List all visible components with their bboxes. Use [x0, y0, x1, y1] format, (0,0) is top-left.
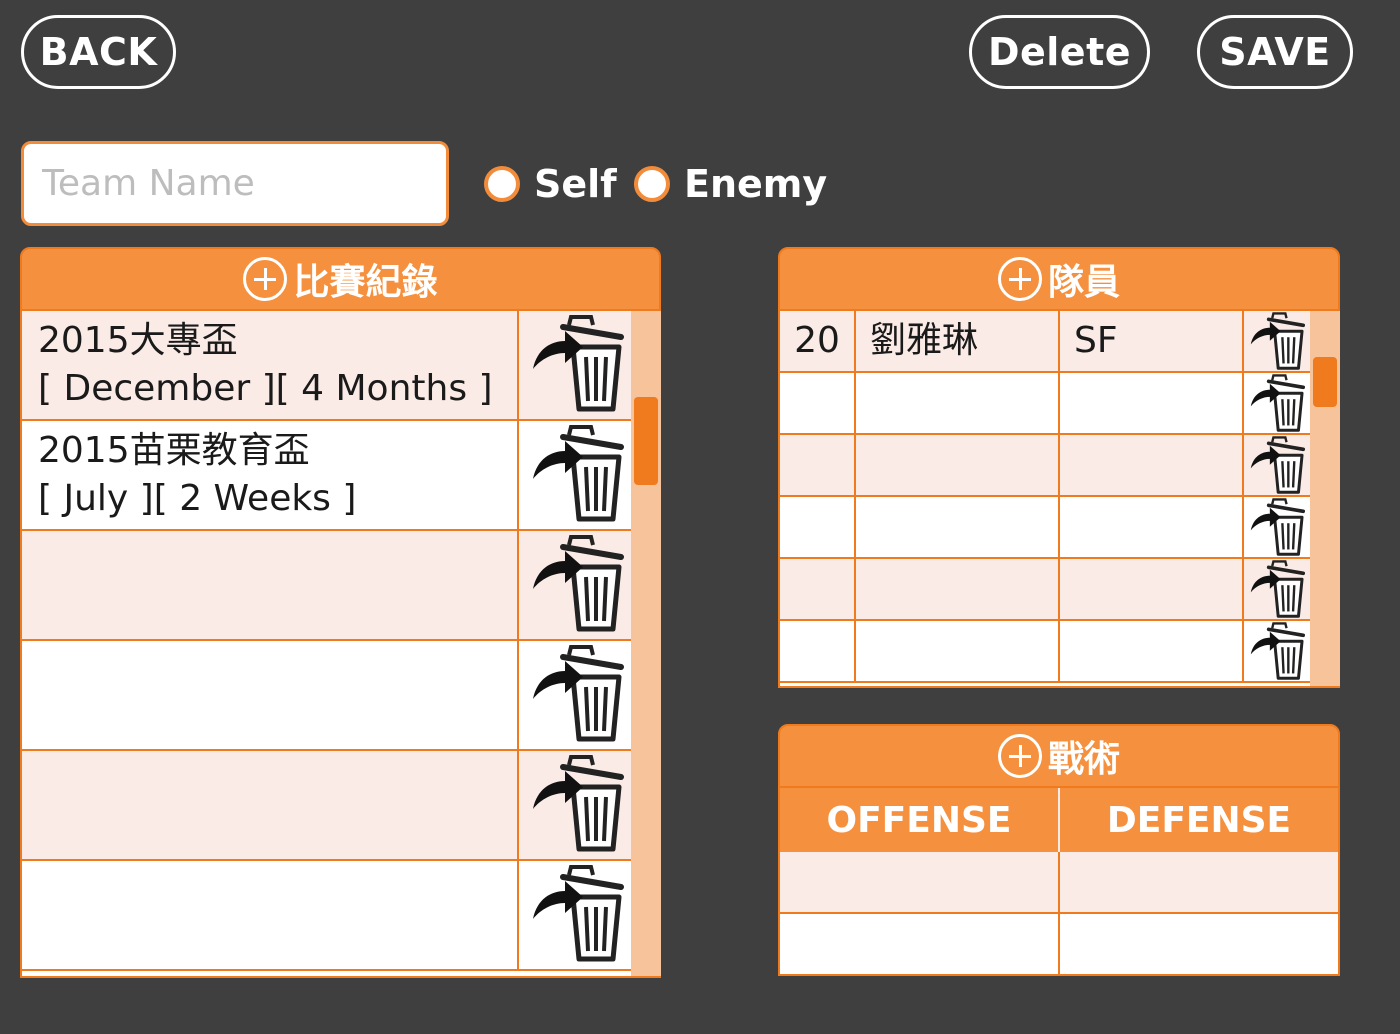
members-list: 20 劉雅琳 SF [778, 311, 1340, 688]
member-name [856, 621, 1060, 681]
member-name [856, 435, 1060, 495]
member-position [1060, 497, 1244, 557]
record-text: 2015苗栗教育盃 [ July ][ 2 Weeks ] [38, 427, 518, 523]
save-button[interactable]: SAVE [1197, 15, 1353, 89]
tactic-row[interactable] [778, 852, 1340, 914]
radio-self-label: Self [534, 162, 617, 206]
add-member-button[interactable]: 隊員 [778, 247, 1340, 311]
tactics-column-headers: OFFENSE DEFENSE [778, 788, 1340, 852]
record-title: 2015苗栗教育盃 [38, 430, 310, 471]
trash-with-arrow-icon[interactable] [527, 643, 627, 747]
offense-cell[interactable] [780, 914, 1060, 974]
records-list: 2015苗栗教育盃 [ July ][ 2 Weeks ] 2015大專盃 [ Dec… [20, 311, 661, 978]
record-row[interactable] [22, 861, 631, 971]
radio-circle-icon[interactable] [634, 166, 670, 202]
member-row[interactable] [780, 435, 1310, 497]
defense-header[interactable]: DEFENSE [1060, 788, 1338, 852]
trash-with-arrow-icon[interactable] [527, 533, 627, 637]
back-button[interactable]: BACK [21, 15, 176, 89]
member-number [780, 559, 856, 619]
offense-header[interactable]: OFFENSE [780, 788, 1060, 852]
records-header-label: 比賽紀錄 [293, 262, 438, 303]
member-row[interactable] [780, 559, 1310, 621]
trash-with-arrow-icon[interactable] [527, 423, 627, 527]
record-divider [517, 861, 519, 969]
trash-with-arrow-icon[interactable] [527, 753, 627, 857]
plus-circle-icon [997, 734, 1042, 778]
defense-cell[interactable] [1060, 852, 1338, 912]
members-scroll-thumb[interactable] [1313, 357, 1337, 407]
member-position [1060, 373, 1244, 433]
defense-cell[interactable] [1060, 914, 1338, 974]
member-row[interactable] [780, 621, 1310, 683]
records-scrollbar[interactable] [631, 311, 661, 976]
record-detail: [ December ][ 4 Months ] [38, 368, 493, 409]
trash-with-arrow-icon[interactable] [1246, 497, 1310, 557]
member-name [856, 559, 1060, 619]
member-position [1060, 621, 1244, 681]
record-row[interactable] [22, 751, 631, 861]
record-row[interactable] [22, 641, 631, 751]
member-number [780, 497, 856, 557]
record-row[interactable]: 2015大專盃 [ December ][ 4 Months ] [22, 311, 631, 421]
radio-self[interactable]: Self [484, 160, 617, 208]
member-row[interactable]: 20 劉雅琳 SF [780, 311, 1310, 373]
trash-with-arrow-icon[interactable] [527, 313, 627, 417]
member-row[interactable] [780, 497, 1310, 559]
radio-enemy-label: Enemy [684, 162, 828, 206]
trash-with-arrow-icon[interactable] [1246, 621, 1310, 681]
radio-circle-icon[interactable] [484, 166, 520, 202]
record-text: 2015大專盃 [ December ][ 4 Months ] [38, 317, 518, 413]
record-title: 2015大專盃 [38, 320, 238, 361]
members-panel: 隊員 20 劉雅琳 SF [778, 247, 1340, 688]
member-name: 劉雅琳 [856, 311, 1060, 371]
radio-enemy[interactable]: Enemy [634, 160, 827, 208]
member-row[interactable] [780, 373, 1310, 435]
member-name [856, 497, 1060, 557]
record-detail: [ July ][ 2 Weeks ] [38, 478, 357, 519]
tactic-row[interactable] [778, 914, 1340, 976]
add-tactic-button[interactable]: 戰術 [778, 724, 1340, 788]
plus-circle-icon [243, 257, 288, 301]
member-number [780, 373, 856, 433]
trash-with-arrow-icon[interactable] [1246, 373, 1310, 433]
records-scroll-thumb[interactable] [634, 397, 658, 485]
trash-with-arrow-icon[interactable] [1246, 559, 1310, 619]
trash-with-arrow-icon[interactable] [1246, 435, 1310, 495]
record-row[interactable]: 2015苗栗教育盃 [ July ][ 2 Weeks ] [22, 421, 631, 531]
member-position [1060, 435, 1244, 495]
offense-cell[interactable] [780, 852, 1060, 912]
record-divider [517, 531, 519, 639]
record-divider [517, 641, 519, 749]
record-divider [517, 311, 519, 419]
tactics-panel: 戰術 OFFENSE DEFENSE [778, 724, 1340, 976]
member-name [856, 373, 1060, 433]
add-record-button[interactable]: 比賽紀錄 [20, 247, 661, 311]
record-row[interactable] [22, 531, 631, 641]
trash-with-arrow-icon[interactable] [1246, 311, 1310, 371]
member-number [780, 621, 856, 681]
delete-button[interactable]: Delete [969, 15, 1150, 89]
trash-with-arrow-icon[interactable] [527, 863, 627, 967]
records-panel: 比賽紀錄 2015苗栗教育盃 [ July ][ 2 Weeks ] 2015大專盃… [20, 247, 661, 978]
members-header-label: 隊員 [1047, 262, 1120, 303]
member-number: 20 [780, 311, 856, 371]
tactics-header-label: 戰術 [1047, 739, 1120, 780]
plus-circle-icon [997, 257, 1042, 301]
member-position [1060, 559, 1244, 619]
members-scrollbar[interactable] [1310, 311, 1340, 686]
record-divider [517, 421, 519, 529]
member-number [780, 435, 856, 495]
record-divider [517, 751, 519, 859]
tactics-list [778, 852, 1340, 976]
team-name-input[interactable] [21, 141, 449, 226]
member-position: SF [1060, 311, 1244, 371]
